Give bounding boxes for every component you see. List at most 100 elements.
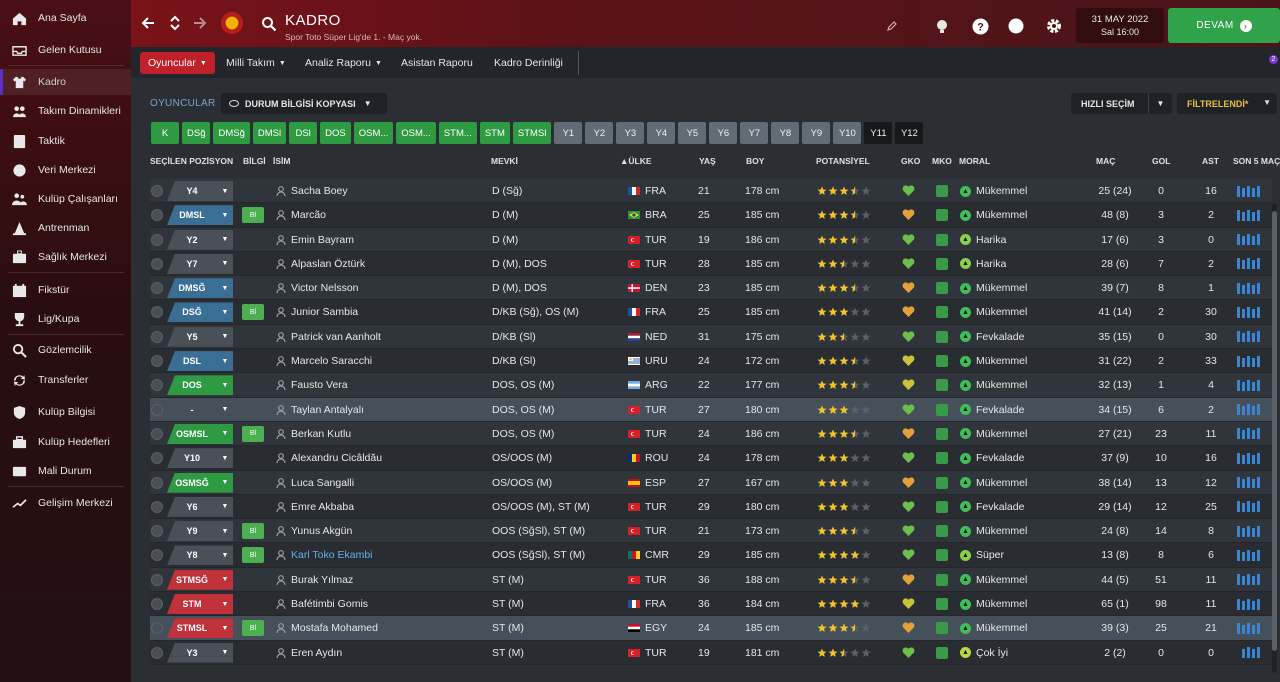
search-icon[interactable]: [261, 16, 277, 32]
sidebar-item-7[interactable]: Antrenman: [0, 215, 131, 241]
player-name[interactable]: Patrick van Aanholt: [291, 325, 381, 349]
sidebar-item-5[interactable]: Veri Merkezi: [0, 157, 131, 183]
position-selector[interactable]: DSĞ ▼: [167, 302, 233, 323]
player-name[interactable]: Berkan Kutlu: [291, 422, 351, 446]
select-checkbox[interactable]: [151, 452, 163, 465]
position-chip[interactable]: Y8: [771, 122, 800, 144]
position-selector[interactable]: STMSL ▼: [167, 618, 233, 639]
table-row[interactable]: DSĞ ▼ Bl Junior Sambia D/KB (Sğ), OS (M) FRA 2…: [150, 300, 1272, 325]
position-chip[interactable]: Y1: [554, 122, 583, 144]
position-selector[interactable]: DMSĞ ▼: [167, 278, 233, 299]
position-chip[interactable]: Y11: [864, 122, 893, 144]
player-name[interactable]: Mostafa Mohamed: [291, 616, 378, 640]
col-position[interactable]: MEVKİ: [491, 156, 518, 166]
position-chip[interactable]: Y10: [833, 122, 862, 144]
position-chip[interactable]: DOS: [320, 122, 351, 144]
select-checkbox[interactable]: [151, 622, 163, 635]
position-selector[interactable]: Y9 ▼: [167, 521, 233, 542]
info-tag[interactable]: Bl: [242, 425, 264, 442]
player-name[interactable]: Alpaslan Öztürk: [291, 252, 365, 276]
player-name[interactable]: Marcelo Saracchi: [291, 349, 372, 373]
table-scrollbar[interactable]: [1272, 203, 1277, 673]
table-row[interactable]: STM ▼ Bafétimbi Gomis ST (M) FRA 36 184 cm ▲ Mük…: [150, 592, 1272, 617]
player-name[interactable]: Fausto Vera: [291, 373, 348, 397]
position-selector[interactable]: Y7 ▼: [167, 253, 233, 274]
position-chip[interactable]: K: [151, 122, 179, 144]
col-age[interactable]: YAŞ: [699, 156, 716, 166]
select-checkbox[interactable]: [151, 306, 163, 319]
player-name[interactable]: Victor Nelsson: [291, 276, 359, 300]
position-chip[interactable]: DMSğ: [213, 122, 250, 144]
position-selector[interactable]: Y4 ▼: [167, 181, 233, 201]
sidebar-item-16[interactable]: Gelişim Merkezi: [0, 490, 131, 516]
position-selector[interactable]: Y6 ▼: [167, 496, 233, 517]
position-selector[interactable]: DOS ▼: [167, 375, 233, 396]
table-row[interactable]: - ▼ Taylan Antalyalı DOS, OS (M) TUR 27 180 cm…: [150, 397, 1272, 422]
table-row[interactable]: Y3 ▼ Eren Aydın ST (M) TUR 19 181 cm ▲ Çok İyi 2 …: [150, 640, 1272, 665]
table-row[interactable]: Y7 ▼ Alpaslan Öztürk D (M), DOS TUR 28 185 cm ▲…: [150, 251, 1272, 277]
pencil-icon[interactable]: [883, 17, 901, 35]
tab-2[interactable]: Analiz Raporu ▼: [297, 52, 390, 74]
col-height[interactable]: BOY: [746, 156, 764, 166]
player-name[interactable]: Burak Yılmaz: [291, 568, 353, 592]
player-name[interactable]: Luca Sangalli: [291, 471, 354, 495]
position-selector[interactable]: Y5 ▼: [167, 326, 233, 347]
position-chip[interactable]: DSğ: [182, 122, 211, 144]
position-selector[interactable]: Y8 ▼: [167, 545, 233, 566]
forward-arrow-icon[interactable]: [189, 12, 209, 34]
select-checkbox[interactable]: [151, 500, 163, 513]
position-chip[interactable]: STM...: [438, 122, 477, 144]
col-selected-position[interactable]: SEÇİLEN POZİSYON: [150, 156, 233, 166]
table-row[interactable]: OSMSĞ ▼ Luca Sangalli OS/OOS (M) ESP 27 167 cm…: [150, 470, 1272, 495]
table-row[interactable]: Y6 ▼ Emre Akbaba OS/OOS (M), ST (M) TUR 29 180…: [150, 494, 1272, 520]
select-checkbox[interactable]: [151, 573, 163, 586]
table-row[interactable]: Y4 ▼ Sacha Boey D (Sğ) FRA 21 178 cm ▲ Mükemmel 2…: [150, 179, 1272, 204]
info-tag[interactable]: Bl: [242, 304, 264, 321]
position-selector[interactable]: - ▼: [167, 400, 233, 420]
position-chip[interactable]: Y7: [740, 122, 769, 144]
notification-badge[interactable]: 2: [1269, 55, 1278, 64]
player-name[interactable]: Emre Akbaba: [291, 495, 354, 519]
position-selector[interactable]: Y10 ▼: [167, 448, 233, 469]
tab-3[interactable]: Asistan Raporu: [393, 52, 481, 74]
col-info[interactable]: BİLGİ: [243, 156, 266, 166]
sidebar-item-9[interactable]: Fikstür: [0, 277, 131, 303]
help-icon[interactable]: ?: [971, 17, 989, 35]
sidebar-item-10[interactable]: Lig/Kupa: [0, 306, 131, 332]
select-checkbox[interactable]: [151, 355, 163, 368]
select-checkbox[interactable]: [151, 185, 163, 197]
table-row[interactable]: DMSĞ ▼ Victor Nelsson D (M), DOS DEN 23 185 cm…: [150, 276, 1272, 301]
sidebar-item-3[interactable]: Takım Dinamikleri: [0, 98, 131, 124]
position-chip[interactable]: DMSl: [252, 122, 287, 144]
position-chip[interactable]: Y3: [616, 122, 645, 144]
table-row[interactable]: STMSL ▼ Bl Mostafa Mohamed ST (M) EGY 24 185 cm…: [150, 616, 1272, 641]
select-checkbox[interactable]: [151, 403, 163, 416]
player-name[interactable]: Junior Sambia: [291, 300, 358, 324]
table-row[interactable]: OSMSL ▼ Bl Berkan Kutlu DOS, OS (M) TUR 24 186 …: [150, 421, 1272, 447]
table-row[interactable]: DMSL ▼ Bl Marcão D (M) BRA 25 185 cm ▲ Mükemmel 48…: [150, 203, 1272, 228]
status-circle-icon[interactable]: [1007, 17, 1025, 35]
player-name[interactable]: Yunus Akgün: [291, 519, 352, 543]
position-selector[interactable]: OSMSĞ ▼: [167, 472, 233, 493]
info-tag[interactable]: Bl: [242, 547, 264, 564]
up-down-chevron-icon[interactable]: [165, 12, 185, 34]
sidebar-item-1[interactable]: Gelen Kutusu: [0, 37, 131, 63]
position-chip[interactable]: Y12: [895, 122, 924, 144]
trophy-badge-icon[interactable]: [933, 17, 951, 35]
sidebar-item-11[interactable]: Gözlemcilik: [0, 337, 131, 363]
col-nation[interactable]: ▲ÜLKE: [620, 156, 652, 166]
player-name[interactable]: Karl Toko Ekambi: [291, 543, 373, 567]
table-row[interactable]: DSL ▼ Marcelo Saracchi D/KB (Sl) URU 24 172 cm…: [150, 349, 1272, 374]
select-checkbox[interactable]: [151, 427, 163, 440]
select-checkbox[interactable]: [151, 257, 163, 270]
info-tag[interactable]: Bl: [242, 207, 264, 224]
player-name[interactable]: Sacha Boey: [291, 179, 348, 203]
position-chip[interactable]: Y5: [678, 122, 707, 144]
col-assists[interactable]: AST: [1202, 156, 1219, 166]
select-checkbox[interactable]: [151, 598, 163, 611]
table-row[interactable]: Y5 ▼ Patrick van Aanholt D/KB (Sl) NED 31 175 …: [150, 324, 1272, 350]
select-checkbox[interactable]: [151, 646, 163, 659]
sidebar-item-2[interactable]: Kadro: [0, 69, 131, 95]
table-row[interactable]: DOS ▼ Fausto Vera DOS, OS (M) ARG 22 177 cm ▲ Mü…: [150, 373, 1272, 398]
select-checkbox[interactable]: [151, 282, 163, 295]
